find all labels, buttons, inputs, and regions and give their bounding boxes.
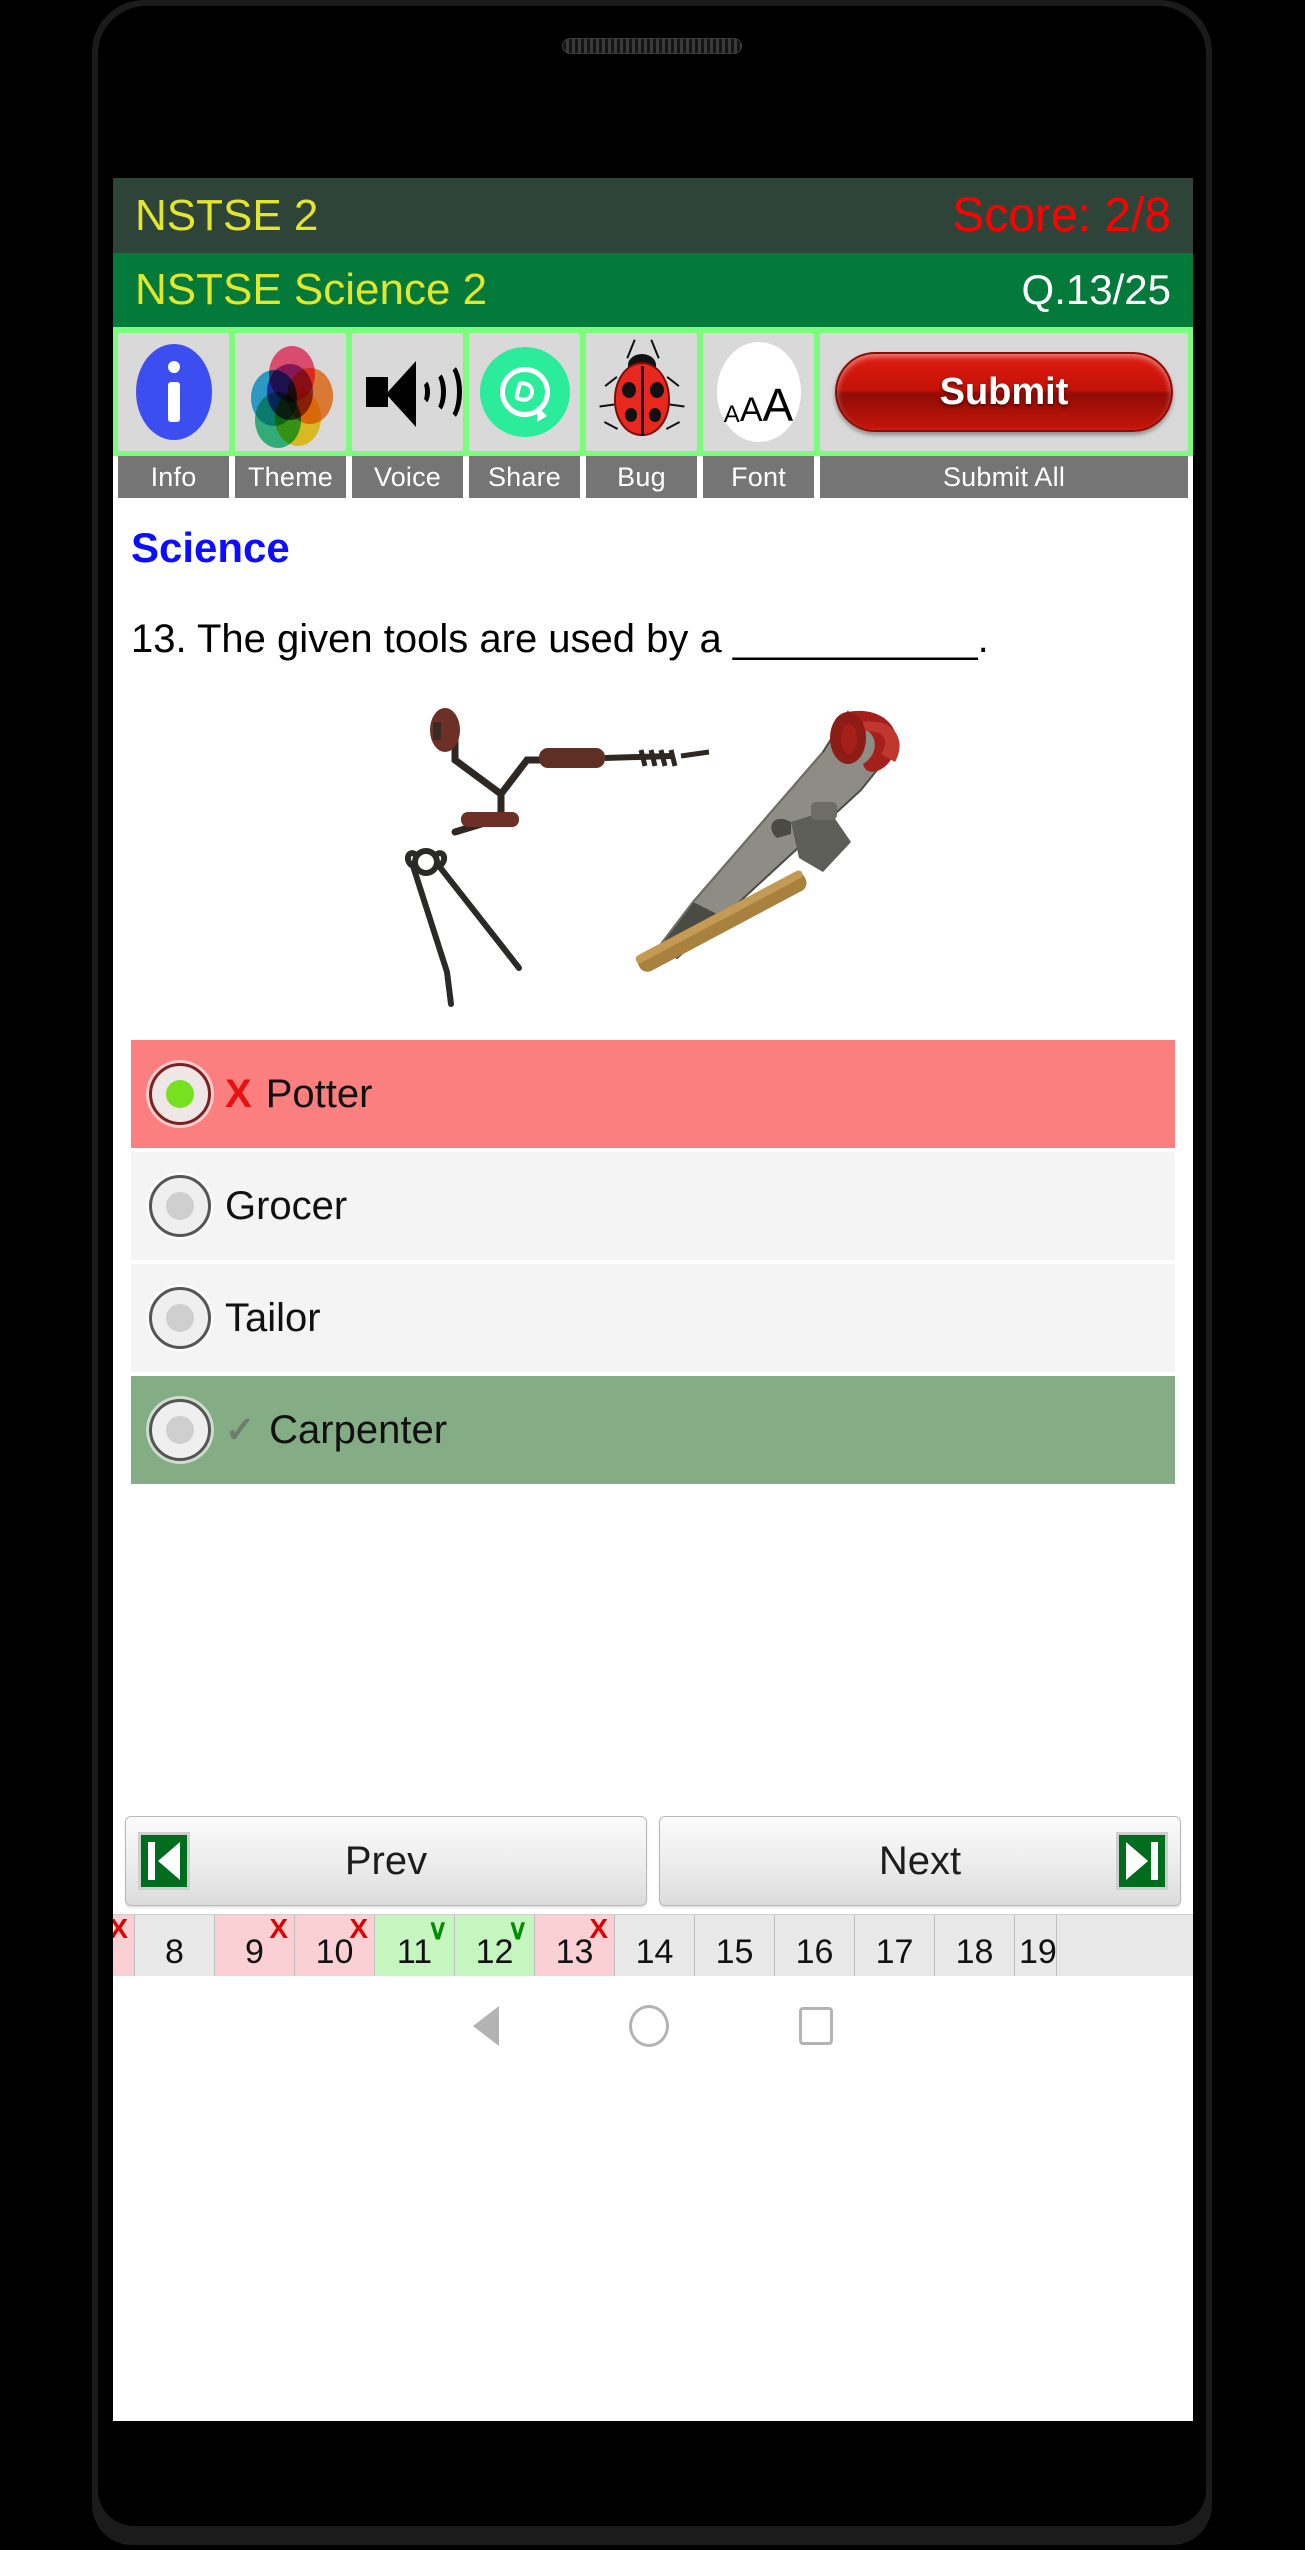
question-chip-number: 14 — [635, 1933, 674, 1971]
option-row-carpenter[interactable]: ✓ Carpenter — [131, 1376, 1175, 1484]
bug-button[interactable] — [586, 333, 697, 451]
question-chip-flag: X — [269, 1914, 288, 1944]
prev-label: Prev — [344, 1838, 428, 1883]
question-chip-number: 13 — [555, 1933, 594, 1971]
question-text: 13. The given tools are used by a ______… — [131, 617, 989, 661]
recents-icon[interactable] — [799, 2007, 833, 2045]
earpiece-speaker-icon — [562, 38, 742, 54]
question-chip-flag: X — [589, 1914, 608, 1944]
question-chip-7[interactable]: X — [113, 1915, 135, 1976]
toolbar-label-bug[interactable]: Bug — [586, 456, 697, 498]
question-chip-16[interactable]: 16 — [775, 1915, 855, 1976]
option-label-tailor: Tailor — [225, 1295, 321, 1340]
option-mark-potter: X — [225, 1071, 252, 1116]
question-counter: Q.13/25 — [1021, 266, 1171, 313]
question-chip-11[interactable]: ∨ 11 — [375, 1915, 455, 1976]
question-chip-9[interactable]: X 9 — [215, 1915, 295, 1976]
toolbar-labels: Info Theme Voice Share Bug Font Submit A… — [113, 456, 1193, 498]
question-chip-flag: X — [349, 1914, 368, 1944]
font-button[interactable]: AAA — [703, 333, 814, 451]
radio-grocer[interactable] — [149, 1175, 211, 1237]
option-label-potter: Potter — [265, 1071, 373, 1116]
submit-label[interactable]: Submit — [834, 352, 1174, 432]
screenshot-root: NSTSE 2 Score: 2/8 NSTSE Science 2 Q.13/… — [0, 0, 1305, 2550]
question-chip-8[interactable]: 8 — [135, 1915, 215, 1976]
question-chip-19[interactable]: 19 — [1015, 1915, 1057, 1976]
section-subject-label: Science — [131, 524, 290, 571]
toolbar-label-theme[interactable]: Theme — [235, 456, 346, 498]
question-chip-number: 17 — [875, 1933, 914, 1971]
question-chip-15[interactable]: 15 — [695, 1915, 775, 1976]
pager-controls: Prev Next — [113, 1810, 1193, 1906]
option-label-carpenter: Carpenter — [269, 1407, 448, 1452]
toolbar-label-font[interactable]: Font — [703, 456, 814, 498]
option-mark-carpenter: ✓ — [225, 1409, 256, 1450]
question-chip-number: 18 — [955, 1933, 994, 1971]
subject-header: NSTSE Science 2 Q.13/25 — [113, 253, 1193, 327]
app-viewport: NSTSE 2 Score: 2/8 NSTSE Science 2 Q.13/… — [113, 178, 1193, 2421]
next-button[interactable]: Next — [659, 1816, 1181, 1906]
system-navigation-bar — [113, 1976, 1193, 2076]
font-size-icon: AAA — [716, 342, 801, 442]
question-chip-number: 15 — [715, 1933, 754, 1971]
toolbar-label-share[interactable]: Share — [469, 456, 580, 498]
question-chip-number: 16 — [795, 1933, 834, 1971]
option-row-tailor[interactable]: Tailor — [131, 1264, 1175, 1372]
option-label-grocer: Grocer — [225, 1183, 348, 1228]
palette-icon — [249, 344, 333, 448]
speaker-icon — [365, 357, 462, 427]
question-chip-10[interactable]: X 10 — [295, 1915, 375, 1976]
question-chip-flag: ∨ — [507, 1914, 529, 1945]
options-list: X Potter Grocer Tailor ✓ Carpenter — [131, 1040, 1175, 1484]
question-chip-number: 8 — [165, 1933, 184, 1971]
question-chip-12[interactable]: ∨ 12 — [455, 1915, 535, 1976]
question-area: Science 13. The given tools are used by … — [113, 498, 1193, 1484]
question-chip-14[interactable]: 14 — [615, 1915, 695, 1976]
question-chip-flag: X — [113, 1915, 128, 1945]
question-chip-number: 9 — [245, 1933, 264, 1971]
option-row-potter[interactable]: X Potter — [131, 1040, 1175, 1148]
question-chip-number: 19 — [1019, 1933, 1057, 1971]
question-chip-number: 10 — [315, 1933, 354, 1971]
radio-tailor[interactable] — [149, 1287, 211, 1349]
toolbar-label-voice[interactable]: Voice — [352, 456, 463, 498]
toolbar: AAA Submit — [113, 327, 1193, 456]
info-button[interactable] — [118, 333, 229, 451]
back-icon[interactable] — [473, 2006, 499, 2046]
share-button[interactable] — [469, 333, 580, 451]
prev-arrow-icon — [138, 1832, 190, 1890]
next-label: Next — [878, 1838, 962, 1883]
question-chip-18[interactable]: 18 — [935, 1915, 1015, 1976]
option-row-grocer[interactable]: Grocer — [131, 1152, 1175, 1260]
voice-button[interactable] — [352, 333, 463, 451]
whatsapp-icon — [479, 347, 570, 437]
app-title: NSTSE 2 — [135, 190, 319, 240]
score-badge: Score: 2/8 — [952, 188, 1171, 242]
question-chip-flag: ∨ — [427, 1914, 449, 1945]
question-figure — [393, 682, 913, 1012]
prev-button[interactable]: Prev — [125, 1816, 647, 1906]
submit-all-button[interactable]: Submit — [820, 333, 1188, 451]
question-number-strip: X 8 X 9 X 10 ∨ 11 ∨ 12 X 13 — [113, 1914, 1193, 1976]
radio-potter[interactable] — [149, 1063, 211, 1125]
question-chip-17[interactable]: 17 — [855, 1915, 935, 1976]
toolbar-label-submit-all[interactable]: Submit All — [820, 456, 1188, 498]
subject-title: NSTSE Science 2 — [135, 265, 488, 314]
app-header: NSTSE 2 Score: 2/8 — [113, 178, 1193, 253]
ladybug-icon — [598, 339, 685, 444]
question-chip-13[interactable]: X 13 — [535, 1915, 615, 1976]
radio-carpenter[interactable] — [149, 1399, 211, 1461]
info-icon — [135, 344, 212, 440]
next-arrow-icon — [1116, 1832, 1168, 1890]
theme-button[interactable] — [235, 333, 346, 451]
content-spacer — [113, 1488, 1193, 1810]
home-icon[interactable] — [629, 2005, 669, 2047]
toolbar-label-info[interactable]: Info — [118, 456, 229, 498]
